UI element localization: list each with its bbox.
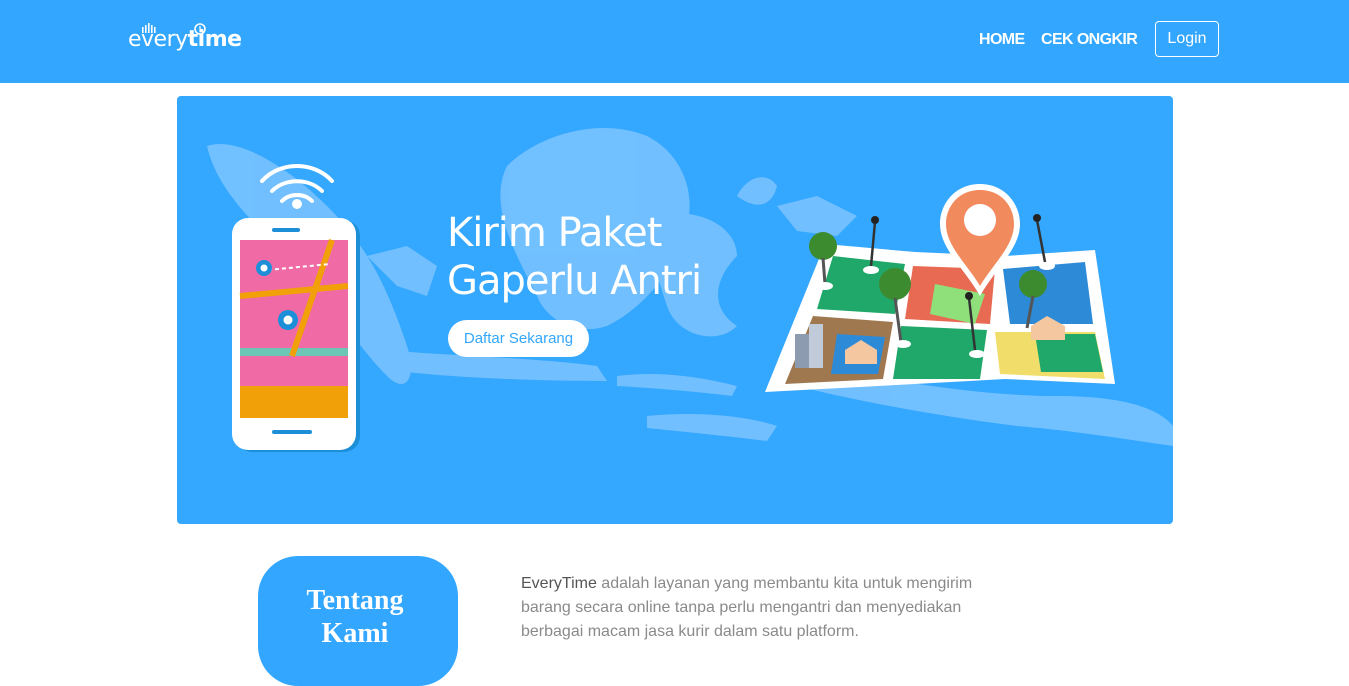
- brand-wordmark: everytime: [128, 27, 242, 52]
- hero-title-line2: Gaperlu Antri: [447, 258, 702, 304]
- about-title: Tentang Kami: [258, 584, 452, 650]
- city-map-illustration: [765, 184, 1115, 392]
- about-title-line2: Kami: [321, 618, 389, 649]
- about-description: EveryTime adalah layanan yang membantu k…: [521, 572, 991, 644]
- brand-logo[interactable]: everytime: [128, 18, 242, 58]
- wifi-icon: [260, 164, 334, 203]
- login-button[interactable]: Login: [1155, 21, 1219, 57]
- hero-title: Kirim Paket Gaperlu Antri: [447, 209, 702, 305]
- about-title-badge: Tentang Kami: [258, 556, 458, 686]
- hero-title-line1: Kirim Paket: [447, 210, 662, 256]
- about-title-line1: Tentang: [306, 585, 404, 616]
- hero-banner: Kirim Paket Gaperlu Antri Daftar Sekaran…: [177, 96, 1173, 524]
- phone-map-illustration: [232, 164, 360, 452]
- about-brand-name: EveryTime: [521, 575, 597, 592]
- daftar-sekarang-button[interactable]: Daftar Sekarang: [448, 320, 589, 357]
- nav-cek-ongkir-link[interactable]: CEK ONGKIR: [1041, 31, 1138, 49]
- navbar: everytime HOME CEK ONGKIR Login: [0, 0, 1349, 83]
- nav-home-link[interactable]: HOME: [979, 31, 1025, 49]
